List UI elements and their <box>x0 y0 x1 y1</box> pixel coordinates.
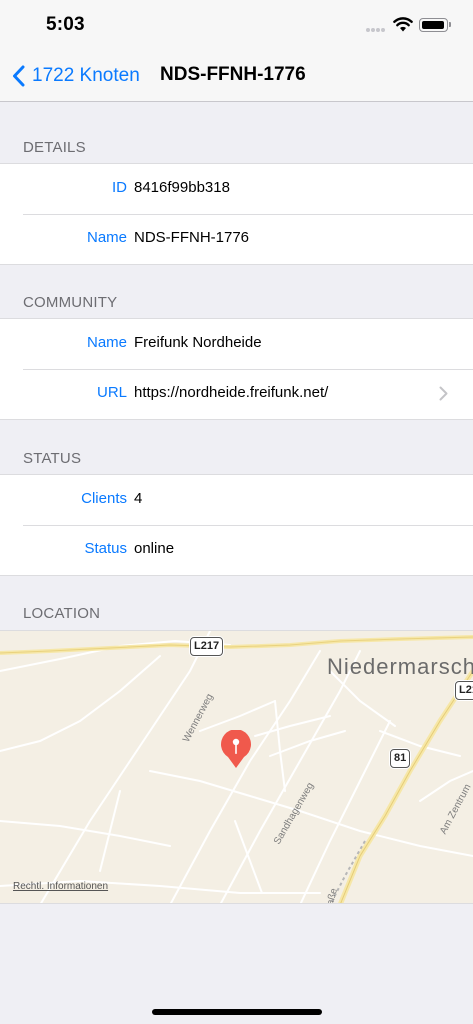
location-map[interactable]: Niedermarsch L217 L21 81 Wennerweg Sandh… <box>0 630 473 904</box>
community-url-link[interactable]: https://nordheide.freifunk.net/ <box>134 384 328 401</box>
row-label: Status <box>84 540 127 557</box>
cellular-signal-icon <box>366 28 386 33</box>
section-header-location: LOCATION <box>23 605 101 622</box>
row-value: online <box>134 540 175 557</box>
row-label: Name <box>86 229 127 246</box>
row-value: 4 <box>134 490 143 507</box>
section-header-status: STATUS <box>23 450 82 467</box>
detail-row-name: Name NDS-FFNH-1776 <box>0 214 473 264</box>
road-shield-l217: L217 <box>190 637 224 656</box>
row-label: Clients <box>81 490 127 507</box>
row-label: Name <box>86 334 127 351</box>
navigation-bar: 1722 Knoten NDS-FFNH-1776 <box>0 50 473 102</box>
chevron-right-icon <box>439 386 448 401</box>
row-value: 8416f99bb318 <box>134 179 230 196</box>
home-indicator[interactable] <box>152 1009 322 1015</box>
row-value: NDS-FFNH-1776 <box>134 229 250 246</box>
back-button-label: 1722 Knoten <box>32 65 140 86</box>
status-group: Clients 4 Status online <box>0 474 473 576</box>
map-pin-icon[interactable] <box>219 730 253 770</box>
section-header-community: COMMUNITY <box>23 294 118 311</box>
road-shield-81: 81 <box>390 749 411 768</box>
status-row-status: Status online <box>0 525 473 575</box>
battery-icon <box>419 18 451 32</box>
chevron-left-icon <box>13 65 25 87</box>
map-place-label: Niedermarsch <box>327 654 473 679</box>
road-shield-l21: L21 <box>455 681 473 700</box>
detail-row-id: ID 8416f99bb318 <box>0 164 473 214</box>
community-row-url[interactable]: URL https://nordheide.freifunk.net/ <box>0 369 473 419</box>
page-title: NDS-FFNH-1776 <box>160 64 306 85</box>
legal-information-link[interactable]: Rechtl. Informationen <box>13 881 108 892</box>
back-button[interactable]: 1722 Knoten <box>12 62 140 90</box>
row-value: Freifunk Nordheide <box>134 334 262 351</box>
status-time: 5:03 <box>46 14 85 35</box>
status-bar: 5:03 <box>0 0 473 50</box>
row-label: URL <box>96 384 127 401</box>
section-header-details: DETAILS <box>23 139 86 156</box>
wifi-icon <box>393 17 413 32</box>
status-row-clients: Clients 4 <box>0 475 473 525</box>
community-row-name: Name Freifunk Nordheide <box>0 319 473 369</box>
details-group: ID 8416f99bb318 Name NDS-FFNH-1776 <box>0 163 473 265</box>
row-label: ID <box>112 179 127 196</box>
community-group: Name Freifunk Nordheide URL https://nord… <box>0 318 473 420</box>
